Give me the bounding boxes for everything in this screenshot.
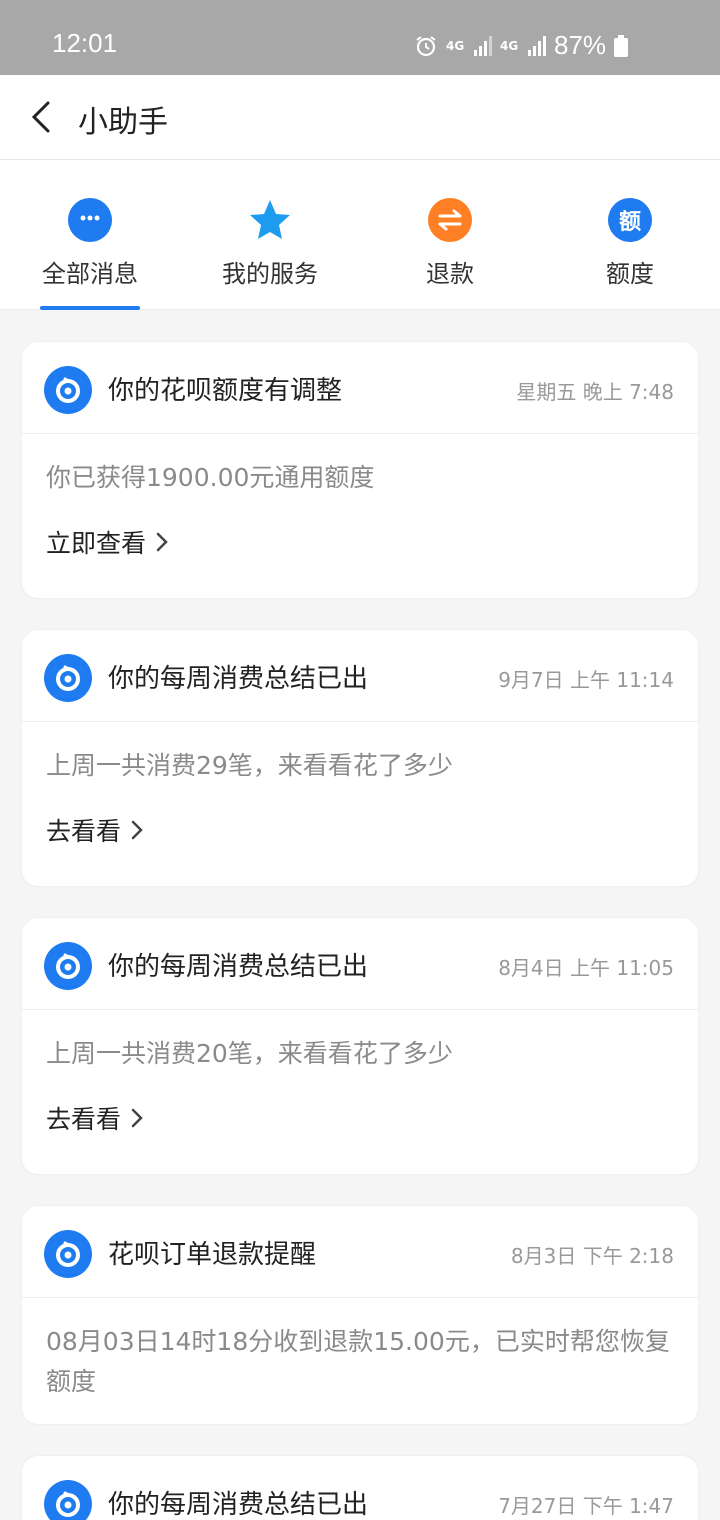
status-icons: 4G 4G 87% xyxy=(414,30,629,61)
tab-label: 全部消息 xyxy=(42,260,138,288)
tab-label: 退款 xyxy=(426,260,474,288)
card-time: 9月7日 上午 11:14 xyxy=(498,668,674,692)
card-time: 星期五 晚上 7:48 xyxy=(516,380,674,404)
card-text: 08月03日14时18分收到退款15.00元，已实时帮您恢复额度 xyxy=(46,1327,670,1396)
alarm-icon xyxy=(416,35,436,56)
refund-icon xyxy=(428,198,472,242)
huabei-logo-icon xyxy=(44,942,92,990)
card-time: 8月4日 上午 11:05 xyxy=(498,956,674,980)
status-time: 12:01 xyxy=(52,28,118,58)
link-label: 去看看 xyxy=(46,817,122,846)
app-header: 小助手 xyxy=(0,75,720,160)
card-time: 7月27日 下午 1:47 xyxy=(498,1494,674,1518)
signal-icon-2 xyxy=(528,35,546,56)
tab-quota[interactable]: 额 额度 xyxy=(560,198,700,308)
category-tabs: 全部消息 我的服务 退款 额 额度 xyxy=(0,160,720,310)
card-body: 上周一共消费20笔，来看看花了多少 去看看 xyxy=(22,1010,698,1156)
huabei-logo-icon xyxy=(44,654,92,702)
card-header: 你的花呗额度有调整 星期五 晚上 7:48 xyxy=(22,342,698,434)
page-title: 小助手 xyxy=(78,105,168,140)
message-card[interactable]: 你的每周消费总结已出 7月27日 下午 1:47 xyxy=(22,1456,698,1520)
chevron-right-icon xyxy=(131,820,143,840)
star-icon xyxy=(248,198,292,242)
huabei-logo-icon xyxy=(44,1230,92,1278)
network-type-2: 4G xyxy=(500,38,519,53)
tab-label: 我的服务 xyxy=(222,260,318,288)
link-label: 去看看 xyxy=(46,1105,122,1134)
card-header: 花呗订单退款提醒 8月3日 下午 2:18 xyxy=(22,1206,698,1298)
huabei-logo-icon xyxy=(44,366,92,414)
view-now-link[interactable]: 立即查看 xyxy=(46,524,674,560)
chevron-right-icon xyxy=(131,1108,143,1128)
chat-bubble-icon xyxy=(68,198,112,242)
tab-label: 额度 xyxy=(606,260,654,288)
tab-all-messages[interactable]: 全部消息 xyxy=(20,198,160,310)
battery-percent: 87% xyxy=(554,30,607,60)
card-title: 你的每周消费总结已出 xyxy=(108,952,369,982)
go-see-link[interactable]: 去看看 xyxy=(46,1100,674,1136)
card-title: 花呗订单退款提醒 xyxy=(108,1240,317,1270)
quota-icon: 额 xyxy=(608,198,652,242)
card-body: 上周一共消费29笔，来看看花了多少 去看看 xyxy=(22,722,698,868)
message-card[interactable]: 你的每周消费总结已出 8月4日 上午 11:05 上周一共消费20笔，来看看花了… xyxy=(22,918,698,1174)
active-tab-indicator xyxy=(40,306,140,310)
card-text: 上周一共消费20笔，来看看花了多少 xyxy=(46,1039,453,1068)
card-text: 你已获得1900.00元通用额度 xyxy=(46,463,375,492)
battery-icon xyxy=(614,34,629,57)
chevron-right-icon xyxy=(156,532,168,552)
network-type-1: 4G xyxy=(446,38,465,53)
link-label: 立即查看 xyxy=(46,529,147,558)
card-header: 你的每周消费总结已出 9月7日 上午 11:14 xyxy=(22,630,698,722)
status-bar: 12:01 4G 4G 87% xyxy=(0,0,720,75)
card-text: 上周一共消费29笔，来看看花了多少 xyxy=(46,751,453,780)
tab-refund[interactable]: 退款 xyxy=(380,198,520,308)
go-see-link[interactable]: 去看看 xyxy=(46,812,674,848)
huabei-logo-icon xyxy=(44,1480,92,1520)
signal-icon-1 xyxy=(474,35,492,56)
card-body: 你已获得1900.00元通用额度 立即查看 xyxy=(22,434,698,580)
card-header: 你的每周消费总结已出 8月4日 上午 11:05 xyxy=(22,918,698,1010)
message-card[interactable]: 你的每周消费总结已出 9月7日 上午 11:14 上周一共消费29笔，来看看花了… xyxy=(22,630,698,886)
message-card[interactable]: 花呗订单退款提醒 8月3日 下午 2:18 08月03日14时18分收到退款15… xyxy=(22,1206,698,1424)
message-card[interactable]: 你的花呗额度有调整 星期五 晚上 7:48 你已获得1900.00元通用额度 立… xyxy=(22,342,698,598)
card-body: 08月03日14时18分收到退款15.00元，已实时帮您恢复额度 xyxy=(22,1298,698,1422)
back-arrow-icon[interactable] xyxy=(26,99,56,135)
card-time: 8月3日 下午 2:18 xyxy=(510,1244,674,1268)
card-title: 你的每周消费总结已出 xyxy=(108,664,369,694)
tab-my-services[interactable]: 我的服务 xyxy=(200,198,340,308)
card-title: 你的花呗额度有调整 xyxy=(108,376,343,406)
card-title: 你的每周消费总结已出 xyxy=(108,1490,369,1520)
card-header: 你的每周消费总结已出 7月27日 下午 1:47 xyxy=(22,1456,698,1520)
